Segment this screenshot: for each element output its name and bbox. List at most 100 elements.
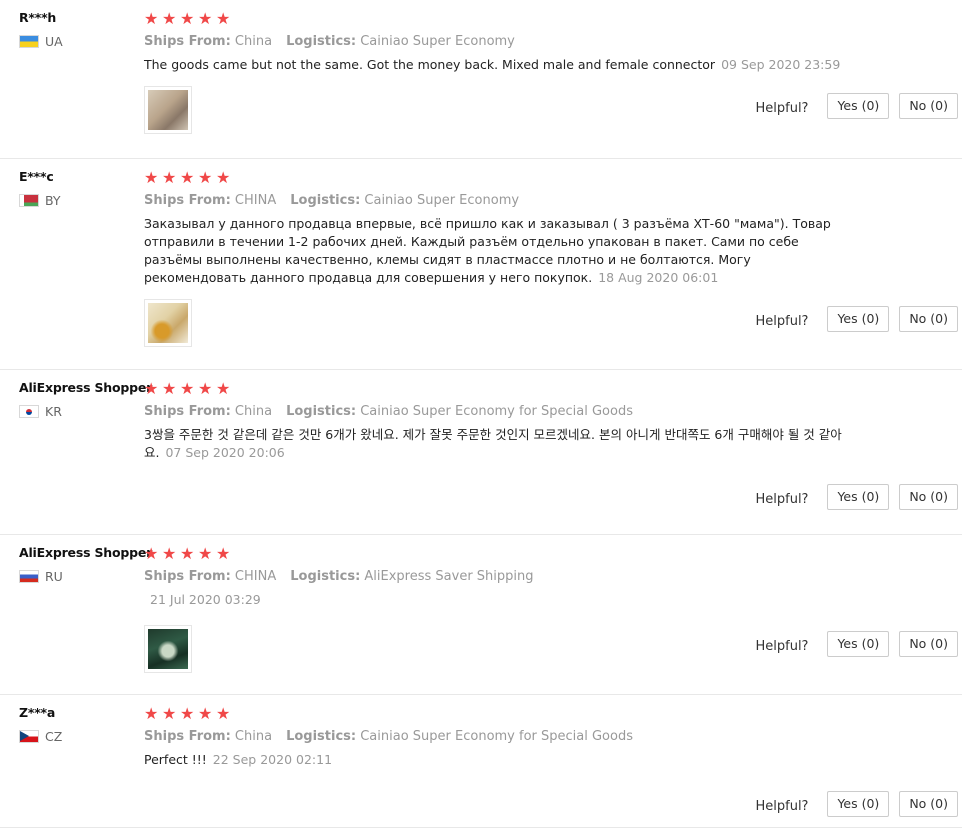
country-code: CZ: [45, 729, 63, 744]
vote-yes-button[interactable]: Yes (0): [827, 306, 890, 332]
star-icon: ★: [144, 544, 160, 563]
helpful-label: Helpful?: [755, 100, 809, 116]
country-code: KR: [45, 404, 62, 419]
review-photo[interactable]: [144, 86, 192, 134]
star-icon: ★: [180, 704, 196, 723]
review-body: ★ ★ ★ ★ ★ Ships From: China Logistics: Cainia…: [144, 705, 874, 769]
review-text-row: Заказывал у данного продавца впервые, вс…: [144, 215, 834, 287]
logistics-label: Logistics:: [286, 34, 357, 49]
star-icon: ★: [162, 9, 178, 28]
ships-from-label: Ships From:: [144, 404, 231, 419]
star-icon: ★: [180, 9, 196, 28]
ships-from-label: Ships From:: [144, 34, 231, 49]
reviewer-country: CZ: [19, 729, 141, 744]
shipping-info: Ships From: China Logistics: Cainiao Supe…: [144, 404, 874, 419]
star-icon: ★: [162, 379, 178, 398]
vote-no-button[interactable]: No (0): [899, 791, 958, 817]
russia-flag-icon: [19, 570, 39, 583]
ships-from-value: China: [234, 404, 273, 419]
helpful-vote: Helpful? Yes (0) No (0): [755, 484, 958, 510]
star-icon: ★: [216, 544, 232, 563]
reviewer-name: Z***a: [19, 705, 56, 720]
reviewer-country: KR: [19, 404, 141, 419]
shipping-info: Ships From: China Logistics: Cainiao Supe…: [144, 34, 874, 49]
logistics-value: Cainiao Super Economy for Special Goods: [360, 404, 633, 419]
review-list: R***h UA ★ ★ ★ ★ ★ Ships From: China Logistic…: [0, 0, 976, 828]
helpful-label: Helpful?: [755, 313, 809, 329]
logistics-label: Logistics:: [290, 193, 361, 208]
ships-from-label: Ships From:: [144, 193, 231, 208]
review-date: 21 Jul 2020 03:29: [150, 592, 261, 607]
review-photo[interactable]: [144, 625, 192, 673]
reviewer-info: E***c BY: [19, 169, 141, 208]
star-icon: ★: [198, 544, 214, 563]
country-code: UA: [45, 34, 63, 49]
star-icon: ★: [180, 379, 196, 398]
star-icon: ★: [198, 704, 214, 723]
logistics-value: Cainiao Super Economy for Special Goods: [360, 729, 633, 744]
helpful-label: Helpful?: [755, 491, 809, 507]
reviewer-country: RU: [19, 569, 141, 584]
shipping-info: Ships From: CHINA Logistics: Cainiao Supe…: [144, 193, 874, 208]
logistics-label: Logistics:: [286, 729, 357, 744]
review-text: Заказывал у данного продавца впервые, вс…: [144, 216, 831, 285]
belarus-flag-icon: [19, 194, 39, 207]
star-icon: ★: [198, 168, 214, 187]
reviewer-country: BY: [19, 193, 141, 208]
south-korea-flag-icon: [19, 405, 39, 418]
vote-yes-button[interactable]: Yes (0): [827, 93, 890, 119]
star-rating: ★ ★ ★ ★ ★: [144, 705, 874, 723]
helpful-vote: Helpful? Yes (0) No (0): [755, 306, 958, 332]
vote-no-button[interactable]: No (0): [899, 306, 958, 332]
logistics-value: Cainiao Super Economy: [360, 34, 515, 49]
review-body: ★ ★ ★ ★ ★ Ships From: CHINA Logistics: Cainia…: [144, 169, 874, 287]
star-icon: ★: [162, 704, 178, 723]
ships-from-value: China: [234, 34, 273, 49]
review-text: The goods came but not the same. Got the…: [144, 57, 716, 72]
ships-from-value: China: [234, 729, 273, 744]
vote-no-button[interactable]: No (0): [899, 631, 958, 657]
review-date: 22 Sep 2020 02:11: [212, 752, 333, 767]
star-icon: ★: [144, 379, 160, 398]
shipping-info: Ships From: China Logistics: Cainiao Supe…: [144, 729, 874, 744]
review-body: ★ ★ ★ ★ ★ Ships From: China Logistics: Cainia…: [144, 10, 874, 74]
review-item: AliExpress Shopper RU ★ ★ ★ ★ ★ Ships From: …: [0, 535, 962, 695]
vote-yes-button[interactable]: Yes (0): [827, 631, 890, 657]
review-item: E***c BY ★ ★ ★ ★ ★ Ships From: CHINA Logistic…: [0, 159, 962, 370]
review-date: 18 Aug 2020 06:01: [598, 270, 719, 285]
review-item: AliExpress Shopper KR ★ ★ ★ ★ ★ Ships From: …: [0, 370, 962, 535]
star-icon: ★: [198, 379, 214, 398]
vote-yes-button[interactable]: Yes (0): [827, 484, 890, 510]
reviewer-name: AliExpress Shopper: [19, 380, 153, 395]
logistics-label: Logistics:: [286, 404, 357, 419]
review-text-row: Perfect !!! 22 Sep 2020 02:11: [144, 751, 874, 769]
country-code: BY: [45, 193, 61, 208]
photo-thumbnail: [148, 629, 188, 669]
ships-from-label: Ships From:: [144, 729, 231, 744]
helpful-vote: Helpful? Yes (0) No (0): [755, 631, 958, 657]
helpful-label: Helpful?: [755, 638, 809, 654]
star-rating: ★ ★ ★ ★ ★: [144, 10, 874, 28]
review-date: 07 Sep 2020 20:06: [165, 445, 285, 460]
ships-from-value: CHINA: [234, 569, 277, 584]
ships-from-value: CHINA: [234, 193, 277, 208]
shipping-info: Ships From: CHINA Logistics: AliExpress S…: [144, 569, 874, 584]
ships-from-label: Ships From:: [144, 569, 231, 584]
vote-no-button[interactable]: No (0): [899, 484, 958, 510]
review-item: R***h UA ★ ★ ★ ★ ★ Ships From: China Logistic…: [0, 0, 962, 159]
vote-yes-button[interactable]: Yes (0): [827, 791, 890, 817]
review-text-row: 21 Jul 2020 03:29: [144, 591, 874, 609]
review-photo[interactable]: [144, 299, 192, 347]
logistics-value: AliExpress Saver Shipping: [364, 569, 534, 584]
star-icon: ★: [216, 168, 232, 187]
review-text-row: The goods came but not the same. Got the…: [144, 56, 874, 74]
ukraine-flag-icon: [19, 35, 39, 48]
reviewer-name: E***c: [19, 169, 54, 184]
photo-thumbnail: [148, 303, 188, 343]
reviewer-name: AliExpress Shopper: [19, 545, 153, 560]
vote-no-button[interactable]: No (0): [899, 93, 958, 119]
star-icon: ★: [144, 704, 160, 723]
star-icon: ★: [162, 168, 178, 187]
logistics-label: Logistics:: [290, 569, 361, 584]
helpful-label: Helpful?: [755, 798, 809, 814]
